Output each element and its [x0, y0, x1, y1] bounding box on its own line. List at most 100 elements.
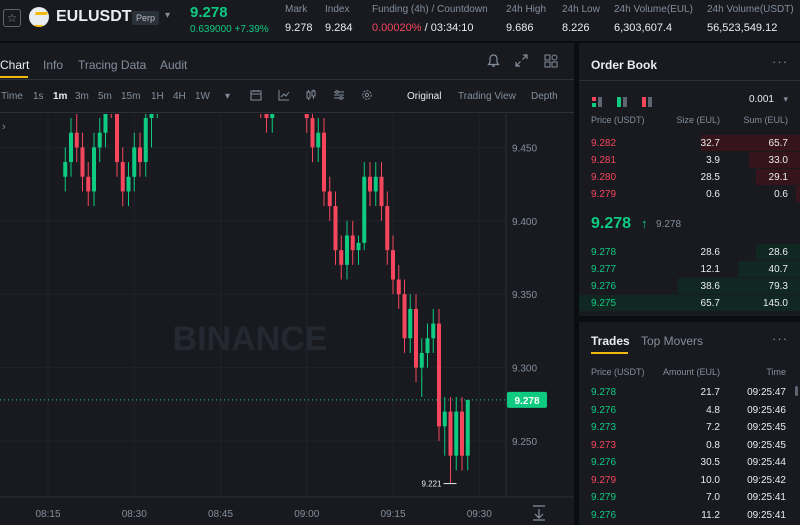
candle-body	[454, 411, 459, 456]
ask-row[interactable]: 9.282 32.7 65.7	[579, 135, 800, 151]
candle-type-icon[interactable]	[305, 89, 317, 104]
header-amount: Amount (EUL)	[662, 367, 720, 377]
candle-body	[126, 176, 131, 192]
candle-body	[425, 338, 430, 353]
view-trading-view[interactable]: Trading View	[458, 91, 516, 102]
row-sum: 0.6	[774, 189, 788, 200]
candle-body	[103, 114, 108, 133]
chevron-down-icon[interactable]: ▾	[165, 10, 170, 21]
x-tick-label: 08:30	[122, 509, 147, 520]
row-size: 0.6	[706, 189, 720, 200]
scroll-to-latest-icon[interactable]	[533, 505, 545, 521]
trade-amount: 21.7	[700, 387, 720, 398]
view-original[interactable]: Original	[407, 91, 441, 102]
chart-settings-icon[interactable]	[333, 89, 345, 104]
row-price: 9.277	[591, 264, 617, 275]
timeframe-1h[interactable]: 1H	[151, 91, 164, 102]
tab-trades[interactable]: Trades	[591, 334, 630, 348]
chevron-down-icon[interactable]: ▾	[783, 94, 788, 105]
timeframe-1m[interactable]: 1m	[53, 91, 67, 102]
timeframe-1s[interactable]: 1s	[33, 91, 44, 102]
bid-row[interactable]: 9.275 65.7 145.0	[579, 295, 800, 311]
tick-size-select[interactable]: 0.001	[749, 94, 774, 105]
stat-value: 6,303,607.4	[614, 22, 673, 34]
contract-type-badge: Perp	[132, 11, 160, 25]
time-label: Time	[1, 91, 23, 102]
tab-chart[interactable]: Chart	[0, 58, 29, 72]
timeframe-5m[interactable]: 5m	[98, 91, 112, 102]
symbol-name[interactable]: EULUSDT	[56, 8, 132, 26]
layout-grid-icon[interactable]	[544, 54, 558, 71]
y-tick-label: 9.450	[512, 143, 537, 154]
ask-row[interactable]: 9.281 3.9 33.0	[579, 152, 800, 168]
calendar-icon[interactable]	[250, 89, 262, 104]
candle-body	[350, 235, 355, 251]
stat-label: 24h Low	[562, 4, 600, 15]
candle-body	[402, 294, 407, 339]
book-mode-asks-icon[interactable]	[642, 94, 652, 107]
bell-icon[interactable]	[487, 54, 500, 71]
trade-amount: 4.8	[706, 404, 720, 416]
book-mode-bids-icon[interactable]	[617, 94, 627, 107]
x-tick-label: 08:45	[208, 509, 233, 520]
order-book-title: Order Book	[591, 58, 658, 72]
stat-value: 9.284	[325, 22, 353, 34]
timeframe-1w[interactable]: 1W	[195, 91, 210, 102]
candle-body	[69, 132, 73, 163]
timeframe-more-caret-icon[interactable]: ▾	[225, 91, 230, 102]
gear-icon[interactable]	[361, 89, 373, 104]
ask-row[interactable]: 9.279 0.6 0.6	[579, 186, 800, 202]
trade-time: 09:25:41	[747, 509, 786, 521]
row-sum: 65.7	[768, 138, 788, 149]
candle-body	[345, 235, 349, 265]
row-sum: 79.3	[768, 281, 788, 292]
x-tick-label: 09:30	[467, 509, 492, 520]
row-price: 9.276	[591, 281, 617, 292]
candle-body	[80, 147, 85, 177]
trade-price: 9.279	[591, 474, 617, 486]
stat-label: 24h Volume(EUL)	[614, 4, 693, 15]
candle-body	[322, 132, 326, 192]
header-sum: Sum (EUL)	[743, 115, 788, 125]
candle-body	[339, 250, 344, 265]
low-marker-label: 9.221	[421, 480, 442, 489]
trade-price: 9.273	[591, 439, 617, 451]
stat-label: 24h Volume(USDT)	[707, 4, 794, 15]
ask-row[interactable]: 9.280 28.5 29.1	[579, 169, 800, 185]
tab-tracing-data[interactable]: Tracing Data	[78, 58, 146, 72]
row-price: 9.282	[591, 138, 617, 149]
timeframe-4h[interactable]: 4H	[173, 91, 186, 102]
stat-funding: Funding (4h) / Countdown 0.00020% / 03:3…	[372, 4, 488, 34]
x-tick-label: 09:15	[380, 509, 405, 520]
indicators-icon[interactable]	[278, 89, 290, 104]
candle-body	[414, 308, 418, 368]
star-icon[interactable]: ☆	[3, 9, 21, 27]
tab-info[interactable]: Info	[43, 58, 63, 72]
bid-row[interactable]: 9.276 38.6 79.3	[579, 278, 800, 294]
candle-body	[419, 352, 424, 368]
arrow-up-icon: ↑	[641, 216, 648, 231]
funding-countdown: / 03:34:10	[421, 22, 474, 34]
bid-row[interactable]: 9.278 28.6 28.6	[579, 244, 800, 260]
trade-price: 9.276	[591, 404, 617, 416]
trade-price: 9.276	[591, 509, 617, 521]
candle-body	[442, 411, 447, 427]
row-sum: 33.0	[768, 155, 788, 166]
bid-row[interactable]: 9.277 12.1 40.7	[579, 261, 800, 277]
trades-panel: Trades Top Movers ··· Price (USDT) Amoun…	[579, 322, 800, 525]
candle-body	[362, 176, 367, 243]
more-icon[interactable]: ···	[772, 331, 788, 346]
more-icon[interactable]: ···	[772, 54, 788, 69]
book-mode-both-icon[interactable]	[592, 94, 602, 107]
timeframe-15m[interactable]: 15m	[121, 91, 140, 102]
candle-body	[115, 114, 119, 163]
stat-value: 8.226	[562, 22, 590, 34]
tab-top-movers[interactable]: Top Movers	[641, 334, 703, 348]
chevron-right-icon[interactable]: ›	[2, 121, 6, 133]
view-depth[interactable]: Depth	[531, 91, 558, 102]
candlestick-chart[interactable]: BINANCE 9.2509.3009.3509.4009.4509.5009.…	[0, 114, 574, 525]
timeframe-3m[interactable]: 3m	[75, 91, 89, 102]
expand-icon[interactable]	[515, 54, 528, 70]
candle-body	[385, 206, 390, 251]
tab-audit[interactable]: Audit	[160, 58, 187, 72]
